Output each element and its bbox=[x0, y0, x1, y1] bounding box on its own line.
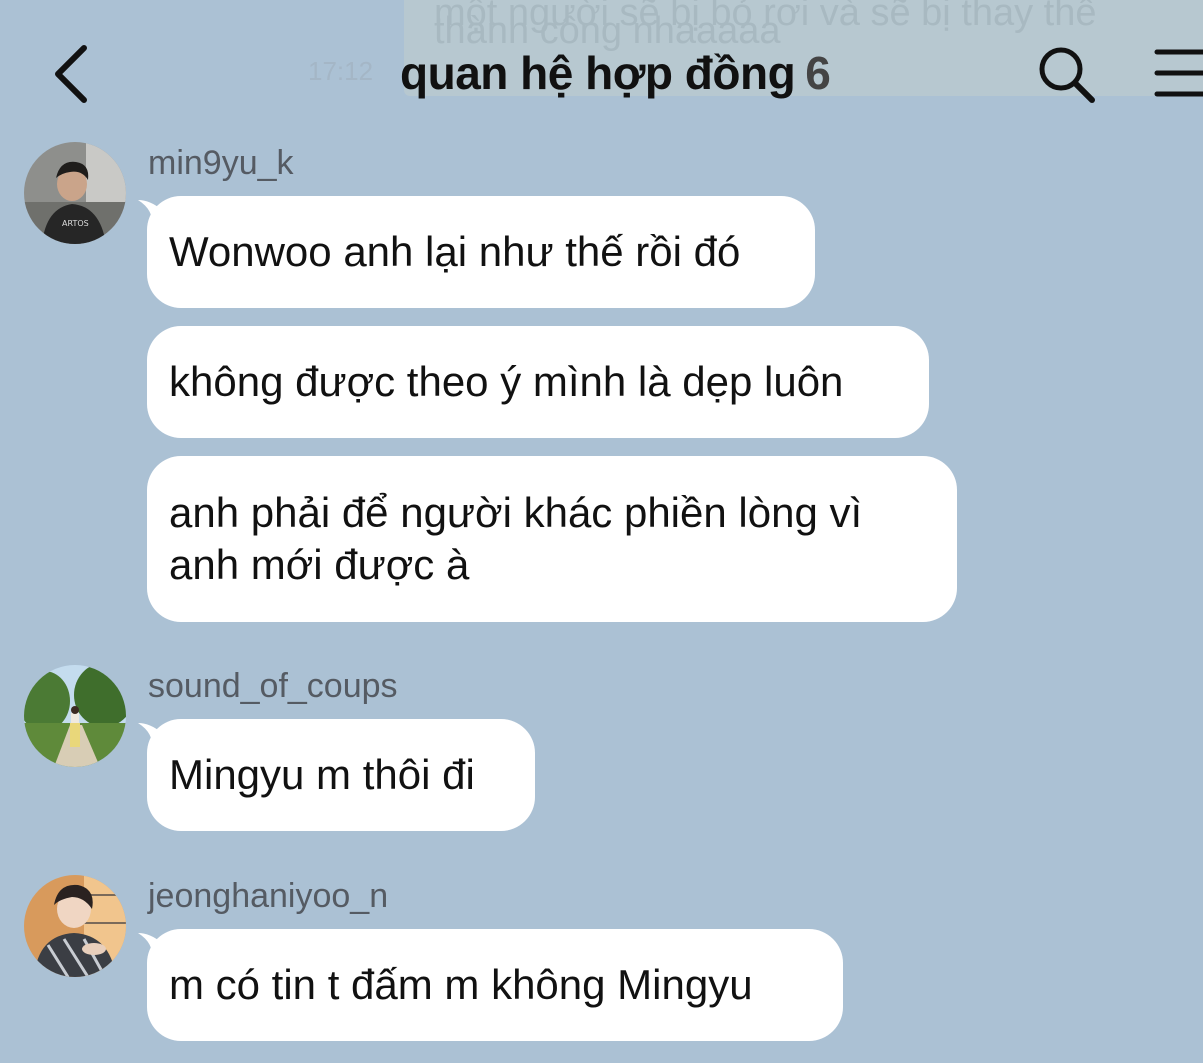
message-bubble[interactable]: không được theo ý mình là dẹp luôn bbox=[147, 326, 929, 438]
avatar-photo bbox=[24, 875, 126, 977]
avatar-photo: ARTOS bbox=[24, 142, 126, 244]
avatar[interactable] bbox=[24, 875, 126, 977]
avatar[interactable]: ARTOS bbox=[24, 142, 126, 244]
search-icon bbox=[1039, 47, 1095, 103]
message-text: Wonwoo anh lại như thế rồi đó bbox=[169, 228, 741, 275]
message-text: Mingyu m thôi đi bbox=[169, 751, 475, 798]
svg-text:ARTOS: ARTOS bbox=[62, 219, 89, 228]
back-button[interactable] bbox=[48, 42, 100, 106]
sender-name: jeonghaniyoo_n bbox=[148, 877, 389, 915]
message-text: m có tin t đấm m không Mingyu bbox=[169, 961, 753, 1008]
sender-name: sound_of_coups bbox=[148, 667, 398, 705]
member-count: 6 bbox=[805, 47, 831, 99]
message-bubble[interactable]: m có tin t đấm m không Mingyu bbox=[147, 929, 843, 1041]
avatar[interactable] bbox=[24, 665, 126, 767]
message-bubble[interactable]: Wonwoo anh lại như thế rồi đó bbox=[147, 196, 815, 308]
chat-title-text: quan hệ hợp đồng bbox=[400, 47, 796, 99]
chat-header: một người sẽ bị bỏ rơi và sẽ bị thay thế… bbox=[0, 0, 1203, 140]
menu-button[interactable] bbox=[1154, 46, 1203, 100]
menu-icon bbox=[1154, 49, 1203, 97]
background-message-time: 17:12 bbox=[308, 56, 374, 86]
search-button[interactable] bbox=[1036, 44, 1098, 106]
chevron-left-icon bbox=[55, 45, 87, 103]
sender-name: min9yu_k bbox=[148, 144, 294, 182]
avatar-photo bbox=[24, 665, 126, 767]
message-text: anh phải để người khác phiền lòng vì anh… bbox=[169, 489, 863, 588]
message-bubble[interactable]: anh phải để người khác phiền lòng vì anh… bbox=[147, 456, 957, 622]
message-bubble[interactable]: Mingyu m thôi đi bbox=[147, 719, 535, 831]
message-text: không được theo ý mình là dẹp luôn bbox=[169, 358, 844, 405]
chat-title: quan hệ hợp đồng 6 bbox=[400, 46, 831, 100]
